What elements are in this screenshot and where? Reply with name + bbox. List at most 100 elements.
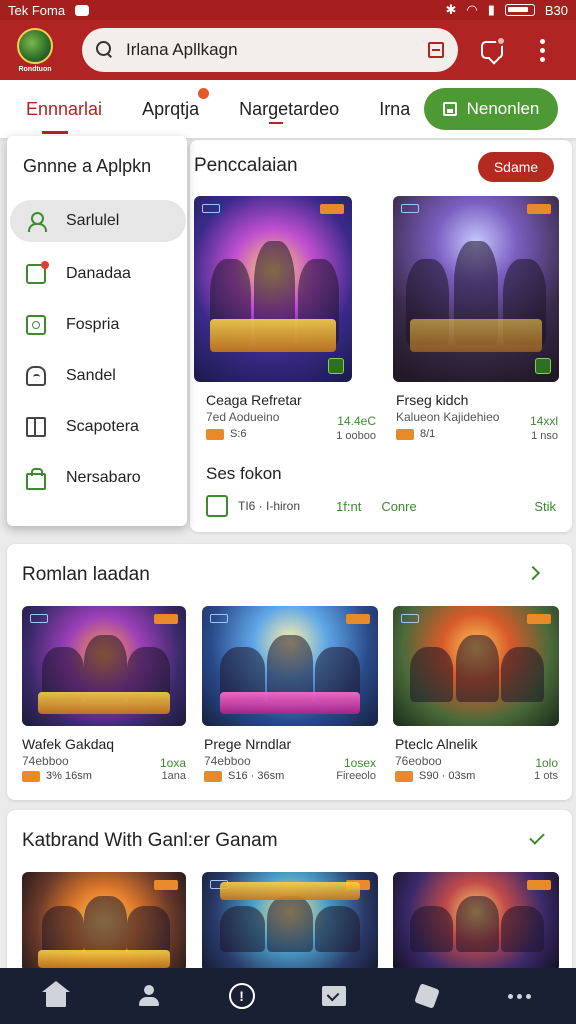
game-tag: 3% 16sm [22,770,92,782]
drawer-item-label: Sarlulel [66,212,120,229]
drawer-title: Gnnne a Aplpkn [23,156,152,176]
drawer-item-danadaa[interactable]: Danadaa [10,253,186,295]
nav-gallery[interactable] [314,976,354,1016]
game-thumbnail[interactable] [202,606,378,726]
tab-irna[interactable]: Irna [379,80,410,138]
puzzle-icon [414,983,440,1009]
search-bar[interactable] [82,28,458,72]
drawer-item-fospria[interactable]: Fospria [10,304,186,346]
game-downloads: 1ana [161,770,186,782]
image-icon [442,102,457,116]
search-icon [96,41,114,59]
drawer-item-sarlulel[interactable]: Sarlulel [10,200,186,242]
game-subtitle: 74ebboo [22,754,69,768]
game-rating: 14.4eC [337,414,376,428]
game-downloads: 1 ots [534,770,558,782]
nav-more[interactable] [500,976,540,1016]
game-thumbnail[interactable] [393,606,559,726]
install-button[interactable]: Nenonlen [424,88,558,130]
home-icon [42,981,71,1007]
navigation-drawer: Gnnne a Aplpkn Sarlulel Danadaa Fospria … [7,136,187,526]
bottom-navigation: ! [0,968,576,1024]
game-tag: 8/1 [396,428,435,440]
game-tag: S:6 [206,428,247,440]
game-title: Pteclc Alnelik [395,736,478,752]
row-meta: TI6 · I-hiron [238,499,301,513]
subsection-row[interactable]: TI6 · I-hiron 1f:nt Conre Stik [206,494,556,518]
drawer-item-label: Nersabaro [66,469,141,486]
install-button-label: Nenonlen [466,99,540,118]
game-thumbnail[interactable] [393,196,559,382]
game-thumbnail[interactable] [22,872,186,972]
game-tag: S90 · 03sm [395,770,475,782]
row-value: 1f:nt [336,498,362,514]
messages-button[interactable] [472,30,512,70]
tab-badge [198,88,210,99]
drawer-item-scapotera[interactable]: Scapotera [10,406,186,448]
game-thumbnail[interactable] [22,606,186,726]
install-badge-icon [535,358,551,374]
tab-label: Irna [379,98,411,119]
tab-aprqtja[interactable]: Aprqtja [142,80,210,138]
person-icon [138,985,160,1007]
nav-alerts[interactable]: ! [222,976,262,1016]
tab-nargetardeo[interactable]: Nargetardeo [239,80,339,138]
calendar-check-icon [206,495,228,517]
game-tag: S16 · 36sm [204,770,284,782]
nav-home[interactable] [36,976,76,1016]
game-rating: 1osex [343,756,376,770]
wifi-icon: ◠ [466,2,478,17]
nav-extensions[interactable] [407,976,447,1016]
chat-status-icon [75,4,90,16]
game-title: Prege Nrndlar [204,736,292,752]
row-link-2[interactable]: Stik [534,499,556,514]
drawer-item-label: Sandel [66,367,116,384]
app-logo[interactable]: Rondtuon [10,21,60,79]
logo-text: Rondtuon [18,65,52,73]
status-carrier: Tek Foma [8,2,66,18]
subsection-title: Ses fokon [206,464,282,483]
game-subtitle: 76eoboo [395,754,442,768]
overflow-menu-button[interactable] [522,30,562,70]
alert-circle-icon: ! [228,983,255,1009]
status-time: B30 [544,2,568,18]
section-recommended-title: Katbrand With Ganl:er Ganam [22,830,278,851]
settings-box-icon [26,315,46,335]
drawer-item-nersabaro[interactable]: Nersabaro [10,457,186,499]
game-thumbnail[interactable] [202,872,378,972]
game-title: Wafek Gakdaq [22,736,115,752]
more-horizontal-icon [508,993,532,999]
bluetooth-icon: ✱ [445,2,457,17]
book-icon [26,417,46,437]
game-downloads: Fireeolo [336,770,376,782]
scan-icon[interactable] [428,42,444,58]
game-subtitle: Kalueon Kajidehieo [396,410,500,424]
game-rating: 14xxl [529,414,558,428]
bag-icon [26,467,46,490]
row-link[interactable]: Conre [381,499,416,514]
battery-icon [504,4,535,16]
game-downloads: 1 nso [531,430,558,442]
tab-bar: Ennnarlai Aprqtja Nargetardeo Irna Nenon… [0,80,576,138]
section-featured-button[interactable]: Sdame [478,152,554,182]
game-thumbnail[interactable] [194,196,352,382]
cloud-icon [26,366,46,386]
section-popular-title: Romlan laadan [22,564,150,585]
tab-label: Nargetardeo [239,98,340,119]
signal-icon: ▮ [487,2,495,17]
install-badge-icon [328,358,344,374]
game-rating: 1oxa [159,756,186,770]
tab-label: Ennnarlai [26,98,103,119]
game-thumbnail[interactable] [393,872,559,972]
drawer-item-label: Danadaa [66,265,131,282]
game-subtitle: 7ed Aodueino [206,410,280,424]
nav-profile[interactable] [129,976,169,1016]
tab-label: Aprqtja [142,98,200,119]
logo-emblem [17,27,53,64]
search-input[interactable] [126,40,428,60]
image-icon [322,986,347,1006]
drawer-item-label: Fospria [66,316,120,333]
game-title: Frseg kidch [396,392,469,408]
drawer-item-sandel[interactable]: Sandel [10,355,186,397]
tab-ennnarlai[interactable]: Ennnarlai [26,80,102,138]
